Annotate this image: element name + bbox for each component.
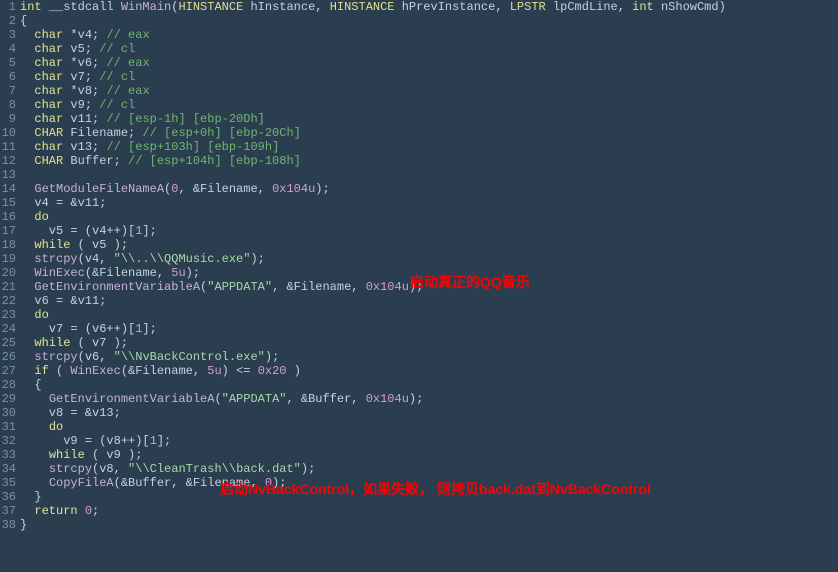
code-line: do (20, 420, 838, 434)
line-number-gutter: 1234567891011121314151617181920212223242… (0, 0, 20, 532)
code-line: char v5; // cl (20, 42, 838, 56)
line-number: 28 (0, 378, 16, 392)
line-number: 7 (0, 84, 16, 98)
line-number: 16 (0, 210, 16, 224)
line-number: 38 (0, 518, 16, 532)
line-number: 23 (0, 308, 16, 322)
code-line: v6 = &v11; (20, 294, 838, 308)
code-line: GetModuleFileNameA(0, &Filename, 0x104u)… (20, 182, 838, 196)
line-number: 22 (0, 294, 16, 308)
line-number: 14 (0, 182, 16, 196)
annotation-1: 启动NvBackControl，如果失败， 则拷贝back.dat到NvBack… (220, 482, 651, 496)
code-line: v5 = (v4++)[1]; (20, 224, 838, 238)
line-number: 18 (0, 238, 16, 252)
line-number: 6 (0, 70, 16, 84)
line-number: 19 (0, 252, 16, 266)
line-number: 11 (0, 140, 16, 154)
line-number: 4 (0, 42, 16, 56)
code-line: { (20, 378, 838, 392)
line-number: 2 (0, 14, 16, 28)
code-line: CHAR Filename; // [esp+0h] [ebp-20Ch] (20, 126, 838, 140)
line-number: 32 (0, 434, 16, 448)
code-line: char v13; // [esp+103h] [ebp-109h] (20, 140, 838, 154)
line-number: 29 (0, 392, 16, 406)
line-number: 34 (0, 462, 16, 476)
code-line: do (20, 210, 838, 224)
code-line: strcpy(v8, "\\CleanTrash\\back.dat"); (20, 462, 838, 476)
line-number: 3 (0, 28, 16, 42)
code-line: v9 = (v8++)[1]; (20, 434, 838, 448)
line-number: 8 (0, 98, 16, 112)
code-content[interactable]: int __stdcall WinMain(HINSTANCE hInstanc… (20, 0, 838, 532)
code-line: strcpy(v4, "\\..\\QQMusic.exe"); (20, 252, 838, 266)
line-number: 5 (0, 56, 16, 70)
code-line: while ( v5 ); (20, 238, 838, 252)
line-number: 24 (0, 322, 16, 336)
code-line: char v11; // [esp-1h] [ebp-20Dh] (20, 112, 838, 126)
line-number: 13 (0, 168, 16, 182)
line-number: 37 (0, 504, 16, 518)
line-number: 30 (0, 406, 16, 420)
code-line: GetEnvironmentVariableA("APPDATA", &Buff… (20, 392, 838, 406)
code-editor: 1234567891011121314151617181920212223242… (0, 0, 838, 532)
line-number: 20 (0, 266, 16, 280)
code-line: if ( WinExec(&Filename, 5u) <= 0x20 ) (20, 364, 838, 378)
code-line: while ( v7 ); (20, 336, 838, 350)
code-line: char v7; // cl (20, 70, 838, 84)
line-number: 9 (0, 112, 16, 126)
line-number: 1 (0, 0, 16, 14)
code-line: do (20, 308, 838, 322)
code-line: while ( v9 ); (20, 448, 838, 462)
code-line: v7 = (v6++)[1]; (20, 322, 838, 336)
code-line: v8 = &v13; (20, 406, 838, 420)
code-line: { (20, 14, 838, 28)
line-number: 21 (0, 280, 16, 294)
line-number: 31 (0, 420, 16, 434)
code-line: return 0; (20, 504, 838, 518)
code-line: strcpy(v6, "\\NvBackControl.exe"); (20, 350, 838, 364)
code-line: v4 = &v11; (20, 196, 838, 210)
code-line: CHAR Buffer; // [esp+104h] [ebp-108h] (20, 154, 838, 168)
line-number: 33 (0, 448, 16, 462)
code-line: int __stdcall WinMain(HINSTANCE hInstanc… (20, 0, 838, 14)
line-number: 25 (0, 336, 16, 350)
annotation-0: 启动真正的QQ音乐 (410, 275, 530, 289)
line-number: 36 (0, 490, 16, 504)
code-line (20, 168, 838, 182)
line-number: 26 (0, 350, 16, 364)
code-line: char *v8; // eax (20, 84, 838, 98)
line-number: 10 (0, 126, 16, 140)
line-number: 35 (0, 476, 16, 490)
line-number: 12 (0, 154, 16, 168)
code-line: char *v6; // eax (20, 56, 838, 70)
line-number: 27 (0, 364, 16, 378)
line-number: 17 (0, 224, 16, 238)
code-line: char *v4; // eax (20, 28, 838, 42)
code-line: char v9; // cl (20, 98, 838, 112)
line-number: 15 (0, 196, 16, 210)
code-line: } (20, 518, 838, 532)
